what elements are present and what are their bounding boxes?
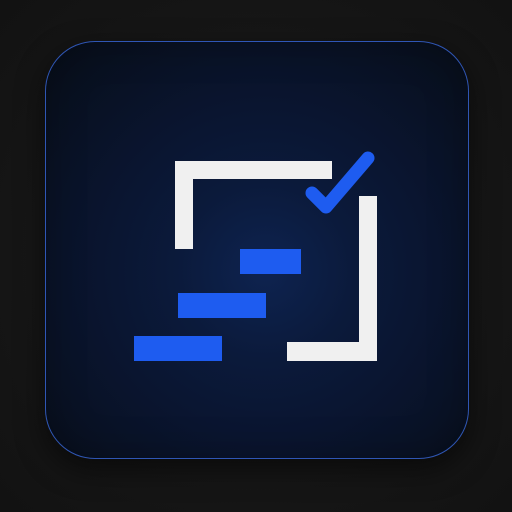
app-icon[interactable] xyxy=(45,41,469,459)
step-bar-top xyxy=(240,249,301,274)
frame-bottom-right-bracket xyxy=(287,196,377,361)
step-bar-bottom xyxy=(134,336,222,361)
canvas xyxy=(0,0,512,512)
step-bar-middle xyxy=(178,293,266,318)
frame-top-left-bracket xyxy=(175,161,332,249)
task-steps-check-icon xyxy=(134,151,377,361)
